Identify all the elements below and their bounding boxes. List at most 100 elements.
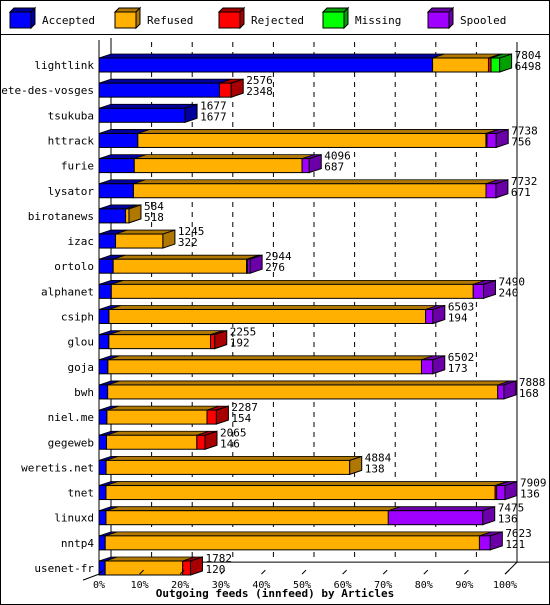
x-tick-label: 10% <box>131 580 149 591</box>
bar-segment-spooled <box>496 485 506 501</box>
bar-segment-top-spooled <box>388 506 495 512</box>
bar-niel.me <box>98 405 229 425</box>
bar-segment-top-refused <box>105 481 508 486</box>
bar-segment-accepted <box>98 283 112 299</box>
category-label: birotanews <box>28 210 94 223</box>
bar-segment-refused <box>115 233 164 249</box>
accepted-value-label: 756 <box>511 135 531 148</box>
bar-segment-top-refused <box>107 355 434 361</box>
bar-birotanews <box>98 204 142 224</box>
x-tick <box>464 569 469 575</box>
x-tick <box>423 569 429 575</box>
x-tick <box>382 569 388 575</box>
bar-segment-refused <box>108 309 427 324</box>
category-label: ortolo <box>54 260 94 273</box>
bar-segment-top-accepted <box>98 78 232 84</box>
x-tick-label: 100% <box>493 580 517 591</box>
accepted-value-label: 6498 <box>515 60 542 73</box>
x-tick-label: 0% <box>93 580 105 591</box>
bar-segment-accepted <box>98 57 434 73</box>
x-tick-label: 80% <box>415 580 433 591</box>
bar-segment-accepted <box>98 309 110 324</box>
accepted-value-label: 240 <box>498 286 518 299</box>
bar-segment-rejected <box>209 334 216 350</box>
bar-segment-top-refused <box>113 254 259 260</box>
x-tick-label: 90% <box>455 580 473 591</box>
bar-csiph <box>98 304 446 325</box>
legend-swatch-side <box>343 6 349 30</box>
bar-segment-refused <box>112 258 248 274</box>
bar-segment-refused <box>107 359 422 375</box>
bar-segment-accepted <box>98 384 109 400</box>
bar-segment-refused <box>104 535 480 551</box>
bar-segment-top-refused <box>137 129 499 134</box>
x-tick <box>261 569 266 575</box>
bar-segment-refused <box>104 560 184 576</box>
bar-segment-refused <box>132 183 487 199</box>
bar-segment-top-refused <box>133 179 499 185</box>
bar-httrack <box>98 128 509 149</box>
category-label: furie <box>61 160 94 173</box>
category-label: tsukuba <box>48 109 94 122</box>
category-label: linuxd <box>54 512 94 525</box>
category-label: nntp4 <box>61 537 94 550</box>
bar-bwh <box>98 380 517 400</box>
accepted-value-label: 121 <box>505 538 525 551</box>
bar-segment-refused <box>105 485 496 501</box>
category-label: lysator <box>48 185 95 198</box>
bar-linuxd <box>98 506 496 526</box>
accepted-value-label: 671 <box>511 186 531 199</box>
bar-segment-refused <box>137 132 487 148</box>
bar-segment-accepted <box>98 485 107 501</box>
category-label: glou <box>68 336 95 349</box>
bar-segment-spooled <box>485 183 497 199</box>
legend-swatch-side <box>448 6 454 30</box>
bar-segment-accepted <box>98 208 127 224</box>
bar-segment-accepted <box>98 334 110 350</box>
x-tick <box>342 569 347 575</box>
accepted-value-label: 192 <box>230 337 250 350</box>
bar-segment-missing <box>490 57 501 73</box>
category-label: bwh <box>74 386 94 399</box>
bar-segment-spooled <box>387 510 484 526</box>
legend-swatch <box>427 11 450 29</box>
bar-ortolo <box>98 254 263 274</box>
accepted-value-label: 687 <box>324 161 344 174</box>
category-label: gegeweb <box>48 436 94 449</box>
bar-bete-des-vosges <box>98 78 244 98</box>
bar-segment-top-refused <box>108 305 438 310</box>
bar-segment-spooled <box>497 384 505 400</box>
accepted-value-label: 2348 <box>246 85 273 98</box>
bar-segment-rejected <box>219 82 232 98</box>
bar-segment-accepted <box>98 459 107 475</box>
category-label: niel.me <box>48 411 94 424</box>
legend-swatch <box>218 11 241 29</box>
accepted-value-label: 168 <box>519 387 539 400</box>
bar-segment-spooled <box>472 283 484 299</box>
bar-segment-refused <box>106 409 208 425</box>
legend-item-rejected: Rejected <box>217 6 304 30</box>
legend-item-accepted: Accepted <box>8 6 95 30</box>
bar-segment-spooled <box>425 309 434 324</box>
legend-swatch-side <box>30 6 36 30</box>
bar-segment-refused <box>105 459 351 475</box>
accepted-value-label: 138 <box>365 462 385 475</box>
category-label: usenet-fr <box>34 562 94 575</box>
bar-segment-refused <box>133 158 303 174</box>
legend-item-refused: Refused <box>113 6 193 30</box>
bar-segment-refused <box>105 434 198 450</box>
legend: Accepted Refused Rejected Missing Spooled <box>8 6 506 30</box>
bar-segment-accepted <box>98 409 108 425</box>
accepted-value-label: 120 <box>205 563 225 576</box>
bar-segment-accepted <box>98 132 139 148</box>
bar-segment-top-refused <box>105 556 195 562</box>
bar-segment-top-accepted <box>98 103 198 109</box>
bar-alphanet <box>98 279 496 300</box>
bar-segment-accepted <box>98 233 117 249</box>
accepted-value-label: 154 <box>231 412 251 425</box>
bar-lysator <box>98 179 509 199</box>
bar-segment-accepted <box>98 82 221 98</box>
legend-swatch <box>114 11 137 29</box>
bar-weretis.net <box>98 455 363 476</box>
legend-label: Refused <box>147 14 193 27</box>
